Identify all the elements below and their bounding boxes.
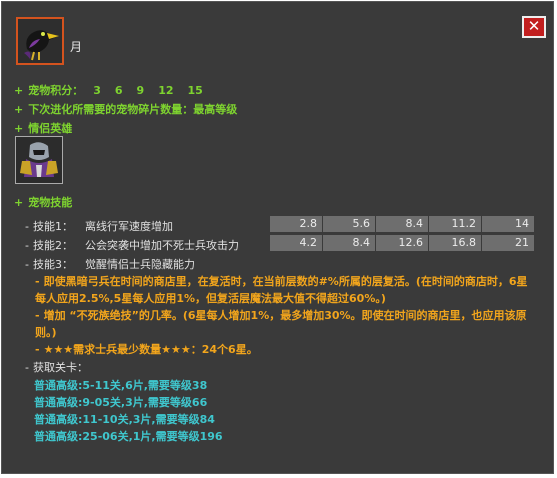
dash-icon: - (35, 309, 40, 322)
skill-value-cell: 12.6 (376, 235, 428, 251)
armored-hero-icon (16, 137, 62, 183)
dash-icon: - (35, 275, 40, 288)
pet-score-label: 宠物积分： (28, 84, 84, 97)
dash-icon: - (25, 239, 29, 252)
plus-icon: + (14, 84, 24, 97)
plus-icon: + (14, 122, 24, 135)
skill-value-cell: 14 (482, 216, 534, 232)
skill-value-cell: 4.2 (270, 235, 322, 251)
acquire-stages-heading: - 获取关卡： (25, 359, 88, 375)
close-icon: ✕ (527, 17, 541, 35)
skill-3-name: 技能3： (32, 258, 73, 271)
skill-1-name: 技能1： (32, 220, 73, 233)
skill-value-cell: 2.8 (270, 216, 322, 232)
skill-value-cell: 8.4 (323, 235, 375, 251)
skill-2-desc: 公会突袭中增加不死士兵攻击力 (85, 239, 239, 252)
companion-hero-portrait[interactable] (15, 136, 63, 184)
skill-2-name: 技能2： (32, 239, 73, 252)
skill-3-bullet: - ★★★需求士兵最少数量★★★：24个6星。 (35, 341, 535, 358)
pet-portrait (16, 17, 64, 65)
next-evolution-text: 下次进化所需要的宠物碎片数量：最高等级 (28, 103, 238, 116)
skill-3-desc: 觉醒情侣士兵隐藏能力 (85, 258, 195, 271)
dash-icon: - (35, 343, 40, 356)
skill-3-bullet-text: 增加 “不死族绝技”的几率。(6星每人增加1%，最多增加30%。即使在时间的商店… (35, 309, 527, 339)
dash-icon: - (25, 258, 29, 271)
plus-icon: + (14, 103, 24, 116)
crow-icon (24, 30, 59, 61)
pet-score-row: + 宠物积分： 3 6 9 12 15 (14, 82, 203, 98)
pet-score-value: 12 (158, 84, 174, 97)
skill-value-cell: 11.2 (429, 216, 481, 232)
next-evolution-row: + 下次进化所需要的宠物碎片数量：最高等级 (14, 101, 237, 117)
acquire-stage-link[interactable]: 普通高级:11-10关,3片,需要等级84 (34, 411, 215, 427)
acquire-stage-link[interactable]: 普通高级:5-11关,6片,需要等级38 (34, 377, 207, 393)
pet-score-value: 9 (136, 84, 145, 97)
skill-value-cell: 21 (482, 235, 534, 251)
dash-icon: - (25, 361, 29, 374)
pet-skills-label: 宠物技能 (28, 196, 73, 209)
pet-info-panel: 月 ✕ + 宠物积分： 3 6 9 12 15 + 下次进化所需要的宠物碎片数量：最高等级 +… (1, 1, 554, 474)
skill-3-bullet: - 即使黑暗弓兵在时间的商店里，在复活时，在当前层数的#%所属的层复活。(在时间的… (35, 273, 535, 307)
companion-hero-heading: + 情侣英雄 (14, 120, 72, 136)
skill-3-bullet: - 增加 “不死族绝技”的几率。(6星每人增加1%，最多增加30%。即使在时间的商… (35, 307, 535, 341)
skill-value-cell: 16.8 (429, 235, 481, 251)
skill-value-cell: 5.6 (323, 216, 375, 232)
acquire-stages-label: 获取关卡： (32, 361, 88, 374)
skill-3-label: - 技能3： (25, 256, 73, 272)
skill-1-desc: 离线行军速度增加 (85, 220, 173, 233)
plus-icon: + (14, 196, 24, 209)
companion-hero-label: 情侣英雄 (28, 122, 73, 135)
pet-score-value: 15 (187, 84, 203, 97)
skill-1-label: - 技能1： (25, 218, 73, 234)
skill-2-label: - 技能2： (25, 237, 73, 253)
dash-icon: - (25, 220, 29, 233)
acquire-stage-link[interactable]: 普通高级:25-06关,1片,需要等级196 (34, 428, 223, 444)
skill-value-cell: 8.4 (376, 216, 428, 232)
pet-score-value: 3 (93, 84, 101, 97)
skill-3-bullet-text: 即使黑暗弓兵在时间的商店里，在复活时，在当前层数的#%所属的层复活。(在时间的商… (35, 275, 528, 305)
pet-name: 月 (70, 40, 83, 54)
close-button[interactable]: ✕ (522, 16, 546, 38)
skill-3-bullet-text: ★★★需求士兵最少数量★★★：24个6星。 (43, 343, 258, 356)
acquire-stage-link[interactable]: 普通高级:9-05关,3片,需要等级66 (34, 394, 207, 410)
pet-skills-heading: + 宠物技能 (14, 194, 72, 210)
pet-score-value: 6 (114, 84, 123, 97)
